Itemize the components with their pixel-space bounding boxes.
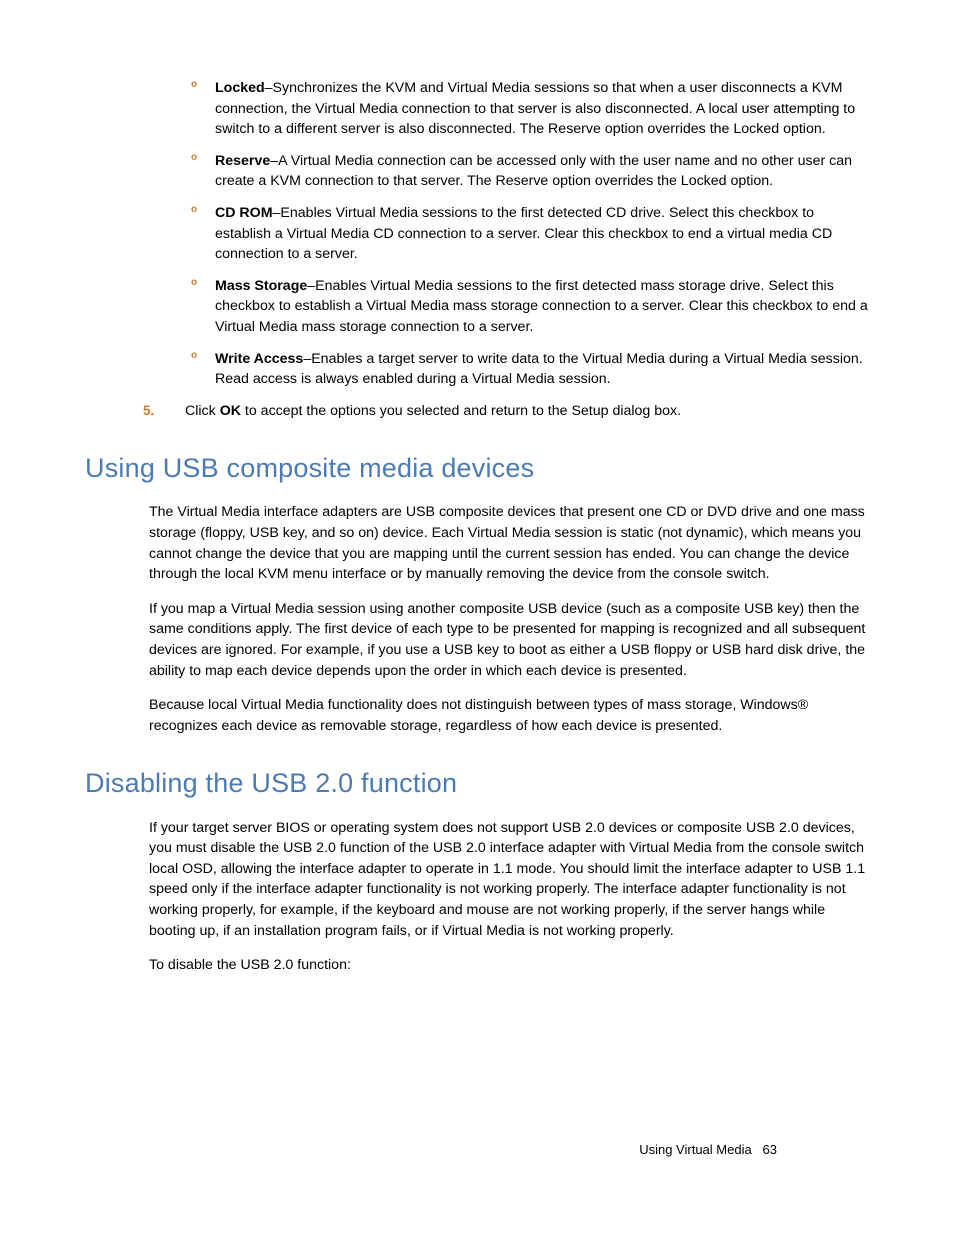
list-item: CD ROM–Enables Virtual Media sessions to… (191, 203, 869, 265)
list-item: Write Access–Enables a target server to … (191, 349, 869, 390)
step-number: 5. (143, 401, 154, 421)
term: Locked (215, 80, 265, 96)
list-item: Mass Storage–Enables Virtual Media sessi… (191, 276, 869, 338)
numbered-step-list: 5. Click OK to accept the options you se… (143, 401, 869, 422)
definition-text: –Synchronizes the KVM and Virtual Media … (215, 80, 855, 137)
definition-text: –Enables a target server to write data t… (215, 351, 863, 388)
body-paragraph: If you map a Virtual Media session using… (149, 599, 869, 681)
body-paragraph: Because local Virtual Media functionalit… (149, 695, 869, 736)
body-paragraph: If your target server BIOS or operating … (149, 818, 869, 942)
list-item: Reserve–A Virtual Media connection can b… (191, 151, 869, 192)
heading-usb-composite: Using USB composite media devices (85, 449, 869, 488)
step-text-bold: OK (220, 403, 241, 419)
step-text-post: to accept the options you selected and r… (241, 403, 681, 419)
list-item: 5. Click OK to accept the options you se… (143, 401, 869, 422)
definition-text: –Enables Virtual Media sessions to the f… (215, 278, 868, 335)
term: CD ROM (215, 205, 273, 221)
option-definition-list: Locked–Synchronizes the KVM and Virtual … (191, 78, 869, 390)
footer-page-number: 63 (763, 1142, 777, 1157)
body-paragraph: To disable the USB 2.0 function: (149, 955, 869, 976)
step-text-pre: Click (185, 403, 220, 419)
term: Write Access (215, 351, 303, 367)
definition-text: –Enables Virtual Media sessions to the f… (215, 205, 832, 262)
term: Mass Storage (215, 278, 307, 294)
footer-section: Using Virtual Media (639, 1142, 751, 1157)
definition-text: –A Virtual Media connection can be acces… (215, 153, 852, 190)
body-paragraph: The Virtual Media interface adapters are… (149, 502, 869, 584)
term: Reserve (215, 153, 270, 169)
list-item: Locked–Synchronizes the KVM and Virtual … (191, 78, 869, 140)
page-footer: Using Virtual Media 63 (639, 1141, 777, 1160)
heading-disable-usb20: Disabling the USB 2.0 function (85, 764, 869, 803)
